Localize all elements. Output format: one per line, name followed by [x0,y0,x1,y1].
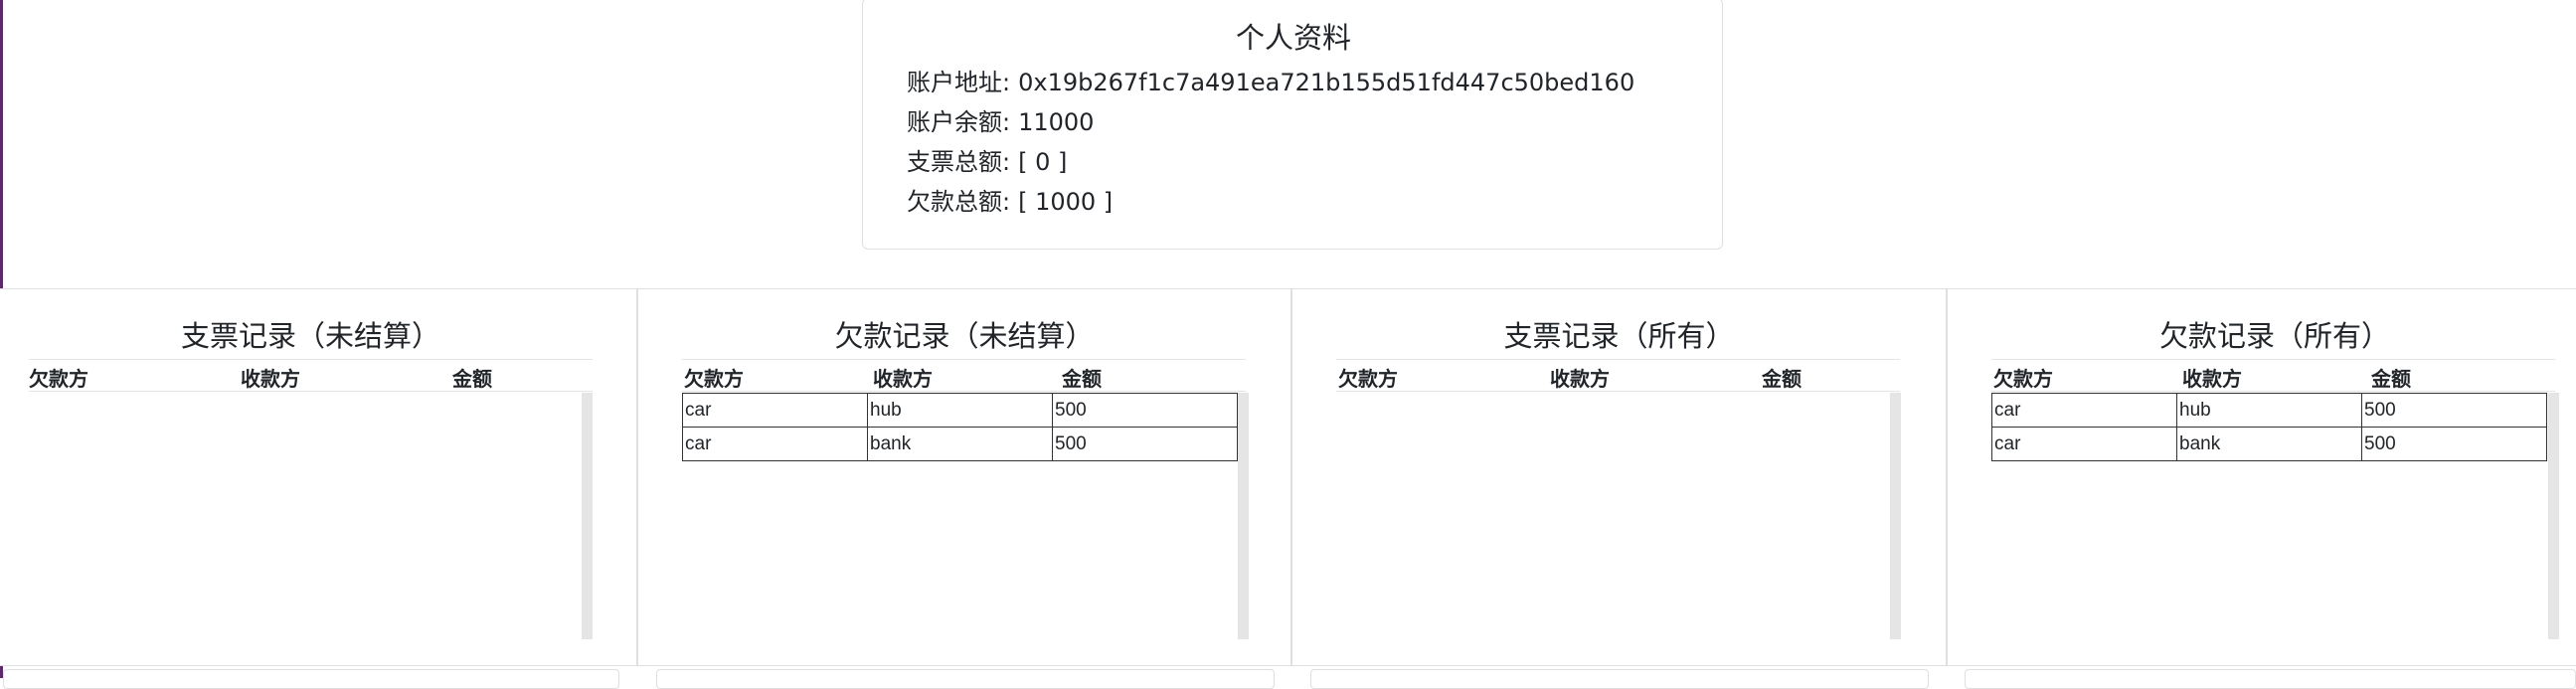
header-payee: 收款方 [873,367,933,391]
scrollbar[interactable] [582,393,593,639]
records-table: car hub 500 car bank 500 [1991,393,2547,461]
bottom-card-2 [656,669,1275,689]
cell-amount: 500 [2361,393,2547,428]
panel-cheque-unsettled: 支票记录（未结算） 欠款方 收款方 金额 [0,288,637,666]
cell-amount: 500 [2361,427,2547,461]
header-payee: 收款方 [1550,367,1610,391]
account-balance-value: 11000 [1018,108,1095,136]
cell-debtor: car [682,427,868,461]
panel-debt-all: 欠款记录（所有） 欠款方 收款方 金额 car hub 500 car bank… [1947,288,2576,666]
header-amount: 金额 [452,367,492,391]
header-amount: 金额 [2371,367,2411,391]
table-header: 欠款方 收款方 金额 [0,361,636,391]
panel-debt-unsettled: 欠款记录（未结算） 欠款方 收款方 金额 car hub 500 car ban… [637,288,1291,666]
panel-title: 支票记录（未结算） [180,319,440,353]
scrollbar[interactable] [1890,393,1901,639]
cell-payee: bank [867,427,1053,461]
header-payee: 收款方 [241,367,300,391]
header-debtor: 欠款方 [29,367,88,391]
panel-title: 支票记录（所有） [1503,319,1735,353]
panel-divider [682,359,1246,360]
panel-divider [1336,359,1900,360]
panel-divider [1991,359,2555,360]
cheque-total-value: [ 0 ] [1018,148,1068,176]
account-balance-label: 账户余额: [907,108,1011,136]
debt-total-label: 欠款总额: [907,188,1011,216]
cell-amount: 500 [1052,427,1238,461]
account-address-row: 账户地址: 0x19b267f1c7a491ea721b155d51fd447c5… [907,63,1634,97]
profile-card: 个人资料 账户地址: 0x19b267f1c7a491ea721b155d51fd… [862,0,1723,250]
bottom-card-1 [3,669,619,689]
account-address-value: 0x19b267f1c7a491ea721b155d51fd447c50bed1… [1018,69,1635,96]
panel-divider [29,359,593,360]
panel-cheque-all: 支票记录（所有） 欠款方 收款方 金额 [1291,288,1947,666]
bottom-card-3 [1310,669,1929,689]
header-divider [1991,391,2555,392]
table-row: car hub 500 [1991,393,2547,428]
header-divider [1336,391,1900,392]
debt-total-value: [ 1000 ] [1018,188,1114,216]
bottom-card-4 [1965,669,2576,689]
debt-total-row: 欠款总额:[ 1000 ] [907,182,1113,217]
account-address-label: 账户地址: [907,69,1011,96]
scrollbar[interactable] [1238,393,1249,639]
header-amount: 金额 [1062,367,1102,391]
cell-payee: hub [2176,393,2362,428]
cell-payee: hub [867,393,1053,428]
table-header: 欠款方 收款方 金额 [638,361,1290,391]
table-row: car bank 500 [682,427,1238,461]
header-payee: 收款方 [2182,367,2242,391]
cell-debtor: car [1991,427,2177,461]
header-debtor: 欠款方 [1338,367,1398,391]
table-header: 欠款方 收款方 金额 [1292,361,1946,391]
table-row: car hub 500 [682,393,1238,428]
account-balance-row: 账户余额: 11000 [907,102,1094,137]
cell-amount: 500 [1052,393,1238,428]
header-divider [682,391,1246,392]
panel-title: 欠款记录（所有） [2158,319,2390,353]
cheque-total-label: 支票总额: [907,148,1011,176]
profile-title: 个人资料 [1235,21,1351,55]
header-amount: 金额 [1762,367,1802,391]
header-debtor: 欠款方 [684,367,744,391]
cell-debtor: car [682,393,868,428]
panel-title: 欠款记录（未结算） [834,319,1095,353]
scrollbar[interactable] [2548,393,2559,639]
cell-payee: bank [2176,427,2362,461]
cell-debtor: car [1991,393,2177,428]
table-row: car bank 500 [1991,427,2547,461]
cheque-total-row: 支票总额:[ 0 ] [907,142,1067,177]
header-debtor: 欠款方 [1993,367,2053,391]
records-table: car hub 500 car bank 500 [682,393,1238,461]
table-header: 欠款方 收款方 金额 [1948,361,2576,391]
header-divider [29,391,593,392]
